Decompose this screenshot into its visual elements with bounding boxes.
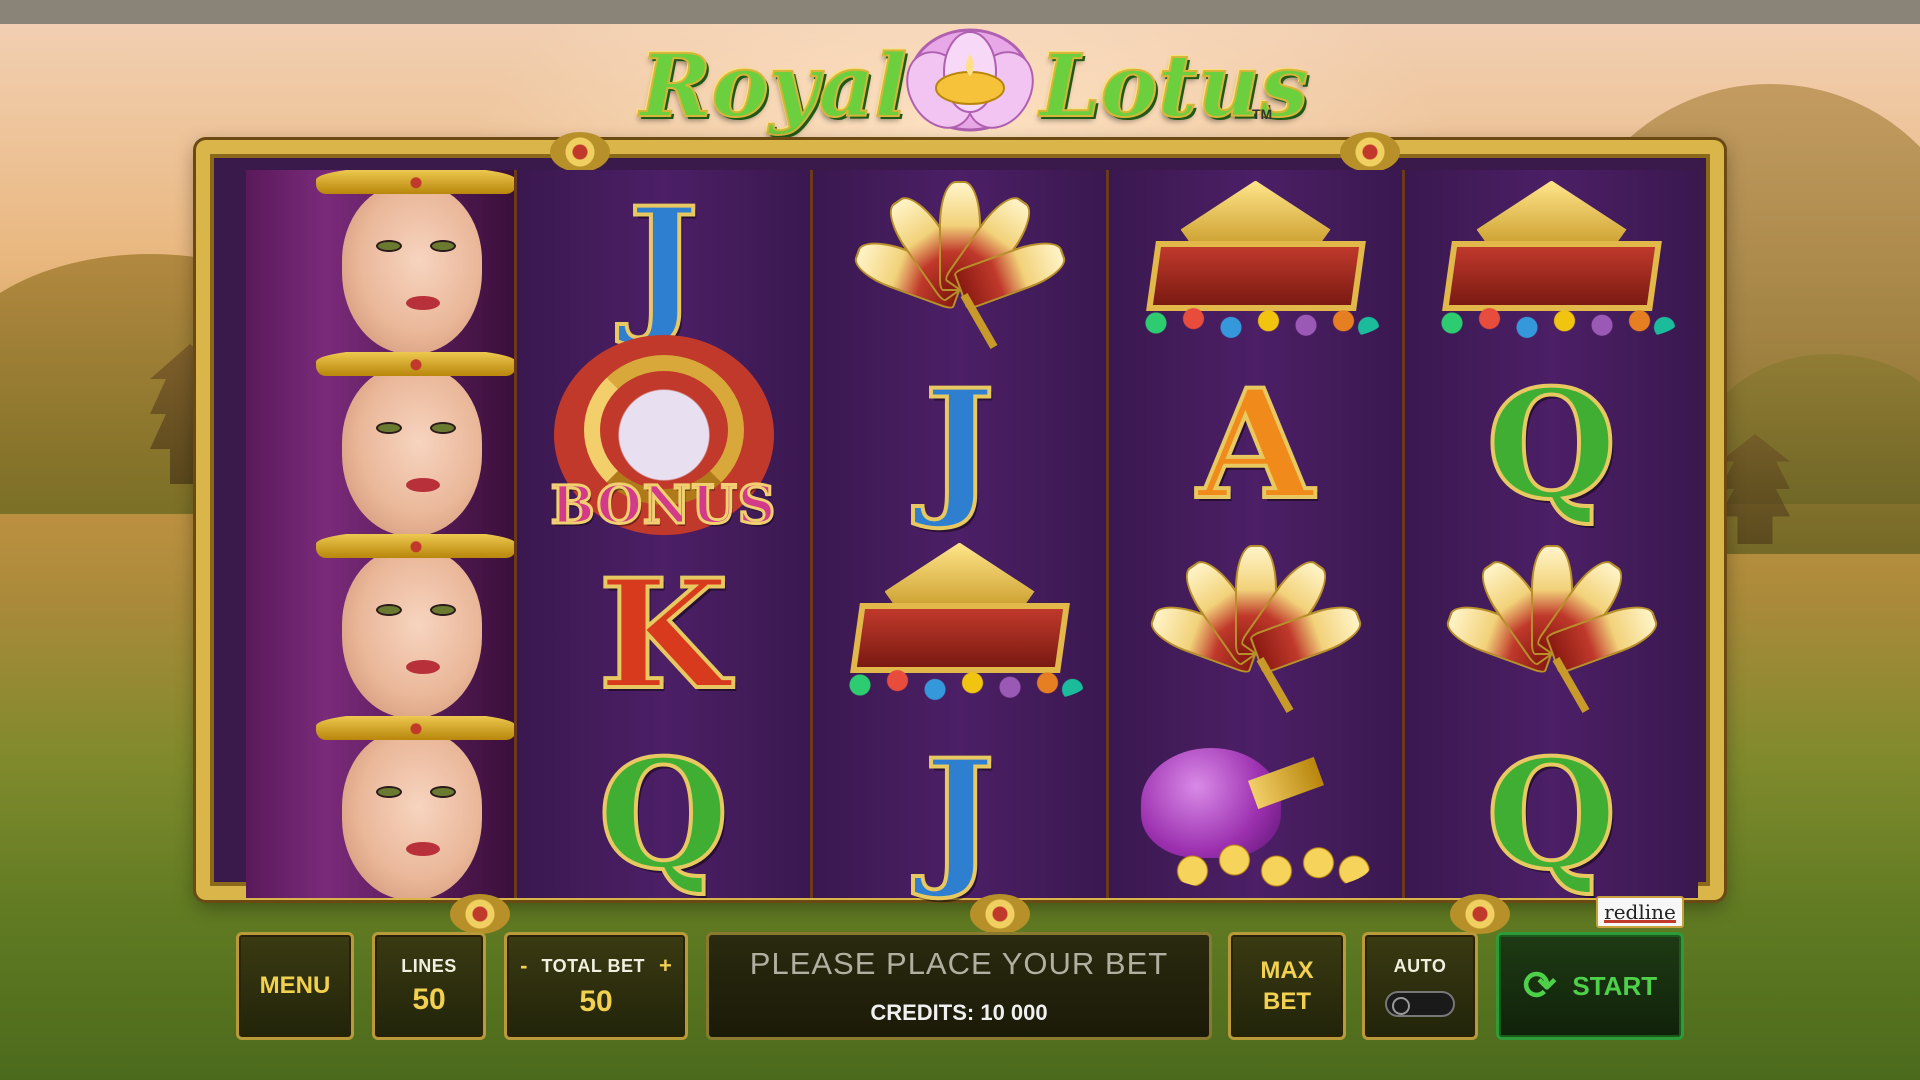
treasure-chest-icon <box>1426 180 1677 351</box>
provider-logo: redline <box>1596 896 1684 928</box>
max-bet-button[interactable]: MAX BET <box>1228 932 1346 1040</box>
status-message: PLEASE PLACE YOUR BET <box>749 946 1169 981</box>
menu-label: MENU <box>259 972 331 999</box>
fan-icon <box>845 180 1075 351</box>
symbol-q: Q <box>1484 357 1619 533</box>
treasure-chest-symbol <box>813 540 1106 715</box>
frame-ornament <box>1450 894 1510 934</box>
lotus-icon <box>906 28 1034 132</box>
max-bet-label-line1: MAX <box>1260 956 1314 984</box>
menu-button[interactable]: MENU <box>236 932 354 1040</box>
symbol-q: Q <box>596 727 731 903</box>
credits-display: CREDITS: 10 000 <box>870 1000 1048 1025</box>
max-bet-label-line2: BET <box>1263 988 1311 1015</box>
coin-bag-symbol <box>1109 725 1402 900</box>
reel-4: A <box>1106 170 1402 898</box>
reel-2: J BONUS K Q <box>514 170 810 898</box>
symbol-k: K <box>596 547 730 723</box>
start-label: START <box>1572 970 1658 1001</box>
fan-symbol <box>1109 540 1402 720</box>
bonus-label: BONUS <box>549 474 777 538</box>
total-bet-value: 50 <box>579 985 613 1018</box>
frame-ornament <box>970 894 1030 934</box>
message-panel: PLEASE PLACE YOUR BET CREDITS: 10 000 <box>706 932 1212 1040</box>
princess-symbol <box>246 352 514 534</box>
fan-icon <box>1141 545 1371 715</box>
bonus-symbol: BONUS <box>517 320 810 550</box>
lines-value: 50 <box>412 982 446 1016</box>
reel-1 <box>246 170 514 898</box>
lines-button[interactable]: LINES 50 <box>372 932 486 1040</box>
auto-toggle[interactable] <box>1385 990 1455 1017</box>
reels: J BONUS K Q J J A Q Q <box>246 170 1700 898</box>
game-logo: Royal Lotus TM <box>639 18 1309 138</box>
symbol-j: J <box>922 727 997 903</box>
fan-symbol <box>813 178 1106 353</box>
frame-ornament <box>1340 132 1400 172</box>
auto-button[interactable]: AUTO <box>1362 932 1478 1040</box>
coin-bag-icon <box>1131 728 1381 898</box>
princess-symbol <box>246 170 514 352</box>
bet-decrease-button[interactable]: - <box>520 953 527 979</box>
princess-symbol <box>246 534 514 716</box>
symbol-j: J <box>922 357 997 533</box>
treasure-chest-symbol <box>1109 178 1402 353</box>
reel-5: Q Q <box>1402 170 1698 898</box>
treasure-chest-icon <box>1130 180 1381 351</box>
lines-label: LINES <box>401 955 457 976</box>
frame-ornament <box>550 132 610 172</box>
logo-word-royal: Royal <box>639 35 908 138</box>
start-button[interactable]: ⟳ START <box>1496 932 1684 1040</box>
reel-frame: J BONUS K Q J J A Q Q <box>196 132 1724 934</box>
auto-label: AUTO <box>1393 955 1447 976</box>
symbol-q: Q <box>1484 727 1619 903</box>
fan-symbol <box>1405 540 1698 720</box>
treasure-chest-symbol <box>1405 178 1698 353</box>
frame-ornament <box>450 894 510 934</box>
total-bet-control: - TOTAL BET + 50 <box>504 932 688 1040</box>
fan-icon <box>1437 545 1667 715</box>
trademark-symbol: TM <box>1252 106 1273 122</box>
reel-3: J J <box>810 170 1106 898</box>
symbol-a: A <box>1195 357 1315 533</box>
refresh-icon: ⟳ <box>1522 964 1557 1008</box>
treasure-chest-icon <box>834 542 1085 713</box>
bet-increase-button[interactable]: + <box>659 953 672 979</box>
princess-symbol <box>246 716 514 898</box>
total-bet-label: TOTAL BET <box>541 955 645 976</box>
